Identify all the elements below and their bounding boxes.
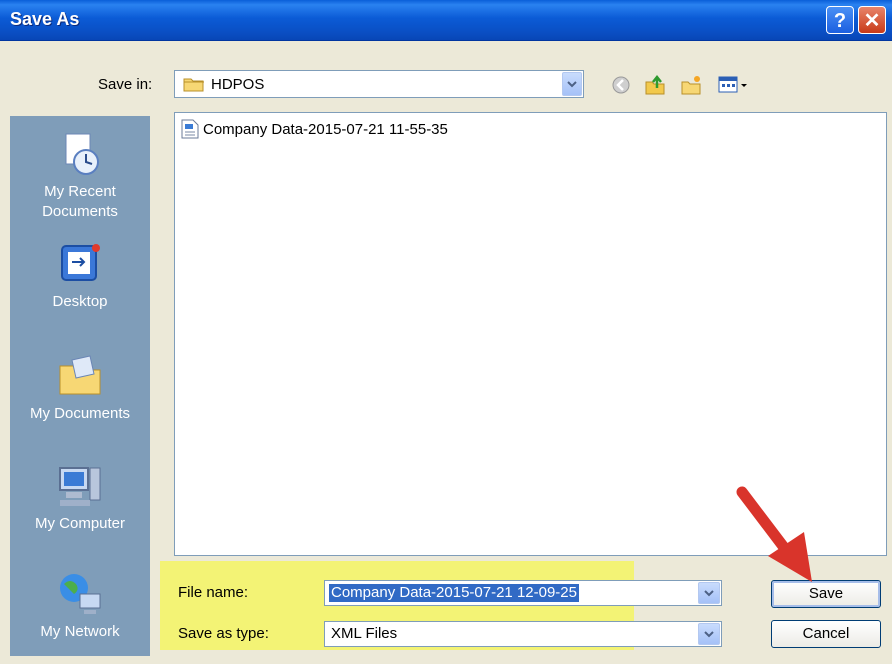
place-label: My Network [40, 623, 120, 640]
up-folder-button[interactable] [642, 72, 668, 98]
save-as-type-dropdown-arrow[interactable] [698, 623, 720, 645]
save-as-type-label: Save as type: [178, 625, 269, 642]
place-label: Documents [42, 203, 118, 220]
my-network-icon [60, 574, 101, 614]
file-name-value: Company Data-2015-07-21 12-09-25 [329, 584, 579, 602]
cancel-button[interactable]: Cancel [771, 620, 881, 648]
close-icon: ✕ [863, 10, 881, 32]
window-title: Save As [10, 9, 80, 29]
save-in-dropdown[interactable]: HDPOS [174, 70, 584, 98]
save-in-dropdown-arrow[interactable] [562, 72, 582, 96]
my-documents-icon [59, 355, 101, 395]
place-my-computer[interactable]: My Computer [10, 462, 150, 534]
save-in-label: Save in: [98, 76, 153, 93]
new-folder-icon [681, 76, 701, 95]
file-name: Company Data-2015-07-21 11-55-35 [203, 120, 448, 138]
chevron-down-icon [704, 590, 714, 597]
xml-file-icon [181, 119, 199, 139]
recent-documents-icon [65, 133, 99, 175]
chevron-down-icon [704, 631, 714, 638]
save-as-type-value: XML Files [331, 625, 398, 642]
back-icon [612, 76, 630, 94]
place-label: My Recent [44, 183, 116, 200]
close-button[interactable]: ✕ [858, 6, 886, 34]
place-label: Desktop [52, 293, 108, 310]
back-button[interactable] [608, 72, 634, 98]
file-name-field[interactable]: Company Data-2015-07-21 12-09-25 [324, 580, 722, 606]
save-as-type-dropdown[interactable]: XML Files [324, 621, 722, 647]
place-label: My Documents [29, 405, 131, 422]
views-menu-icon [718, 76, 747, 93]
place-desktop[interactable]: Desktop [10, 240, 150, 312]
places-bar: My Recent Documents Desktop My Documents… [10, 116, 150, 656]
place-my-recent-documents[interactable]: My Recent Documents [10, 130, 150, 222]
chevron-down-icon [567, 81, 577, 88]
help-button[interactable]: ? [826, 6, 854, 34]
red-arrow-annotation [736, 486, 812, 582]
title-bar: Save As ? ✕ [0, 0, 892, 41]
place-my-documents[interactable]: My Documents [10, 352, 150, 424]
save-in-value: HDPOS [211, 76, 265, 93]
place-label: My Computer [34, 515, 126, 532]
place-my-network[interactable]: My Network [10, 570, 150, 642]
views-menu-button[interactable] [716, 72, 752, 98]
file-name-label: File name: [178, 584, 249, 601]
help-icon: ? [833, 10, 847, 32]
folder-icon [183, 76, 205, 96]
desktop-icon [61, 244, 100, 281]
my-computer-icon [59, 467, 101, 506]
new-folder-button[interactable] [678, 72, 704, 98]
up-folder-icon [645, 74, 665, 95]
file-name-dropdown-arrow[interactable] [698, 582, 720, 604]
list-item[interactable]: Company Data-2015-07-21 11-55-35 [181, 119, 448, 139]
